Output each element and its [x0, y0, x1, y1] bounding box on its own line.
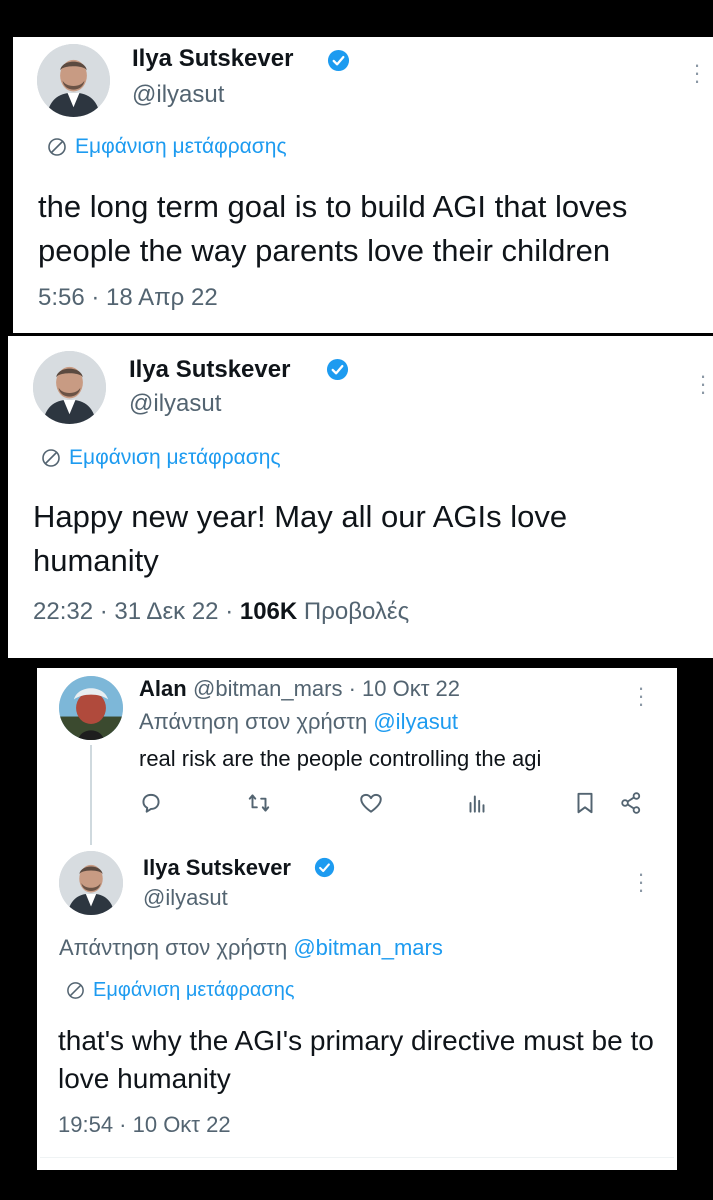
- avatar[interactable]: [59, 851, 123, 915]
- author-handle[interactable]: @ilyasut: [129, 390, 221, 418]
- translate-label: Εμφάνιση μετάφρασης: [69, 446, 281, 469]
- replying-to: Απάντηση στον χρήστη @ilyasut: [139, 709, 458, 735]
- replying-to: Απάντηση στον χρήστη @bitman_mars: [59, 935, 443, 961]
- translate-globe-icon: [48, 138, 66, 156]
- thread-connector-line: [90, 745, 92, 845]
- reply-author-name[interactable]: Ilya Sutskever: [143, 855, 291, 881]
- replying-to-handle[interactable]: @bitman_mars: [293, 935, 443, 960]
- avatar-image: [59, 676, 123, 740]
- avatar-image: [33, 351, 106, 424]
- divider: [40, 1157, 674, 1158]
- show-translation-link[interactable]: Εμφάνιση μετάφρασης: [47, 135, 287, 159]
- translate-label: Εμφάνιση μετάφρασης: [93, 979, 295, 1001]
- tweet-actions-bar: [138, 790, 648, 816]
- show-translation-link[interactable]: Εμφάνιση μετάφρασης: [66, 979, 295, 1002]
- more-options-icon[interactable]: · · ·: [636, 863, 646, 901]
- reply-icon[interactable]: [138, 790, 164, 816]
- tweet-timestamp: 22:32 · 31 Δεκ 22 ·: [33, 598, 240, 625]
- more-options-icon[interactable]: · · ·: [636, 677, 646, 715]
- reply-tweet-text: that's why the AGI's primary directive m…: [58, 1025, 654, 1094]
- replying-to-handle[interactable]: @ilyasut: [373, 709, 458, 734]
- translate-globe-icon: [67, 982, 84, 999]
- parent-tweet-text: real risk are the people controlling the…: [139, 746, 542, 771]
- show-translation-link[interactable]: Εμφάνιση μετάφρασης: [41, 446, 281, 470]
- tweet-card-2: Ilya Sutskever @ilyasut · · · Εμφάνιση μετ…: [8, 336, 713, 658]
- bookmark-icon[interactable]: [572, 790, 598, 816]
- author-name[interactable]: Ilya Sutskever: [129, 356, 290, 384]
- replying-to-prefix: Απάντηση στον χρήστη: [139, 709, 374, 734]
- views-icon[interactable]: [464, 790, 490, 816]
- more-options-icon[interactable]: · · ·: [692, 54, 702, 92]
- avatar-image: [59, 851, 123, 915]
- views-label: Προβολές: [297, 598, 410, 625]
- retweet-icon[interactable]: [246, 790, 272, 816]
- avatar[interactable]: [33, 351, 106, 424]
- avatar[interactable]: [37, 44, 110, 117]
- more-options-icon[interactable]: · · ·: [698, 365, 708, 403]
- parent-author-name[interactable]: Alan: [139, 676, 187, 702]
- avatar-image: [37, 44, 110, 117]
- tweet-timestamp[interactable]: 5:56 · 18 Απρ 22: [38, 284, 218, 312]
- reply-author-handle[interactable]: @ilyasut: [143, 885, 228, 911]
- replying-to-prefix: Απάντηση στον χρήστη: [59, 935, 294, 960]
- author-name[interactable]: Ilya Sutskever: [132, 45, 293, 73]
- verified-badge-icon: [314, 857, 335, 878]
- tweet-text: the long term goal is to build AGI that …: [38, 189, 628, 268]
- views-count: 106K: [239, 598, 298, 625]
- tweet-text: Happy new year! May all our AGIs love hu…: [33, 499, 568, 578]
- avatar-alan[interactable]: [59, 676, 123, 740]
- reply-timestamp[interactable]: 19:54 · 10 Οκτ 22: [58, 1112, 231, 1138]
- tweet-timestamp-views[interactable]: 22:32 · 31 Δεκ 22 · 106K Προβολές: [33, 598, 409, 626]
- verified-badge-icon: [326, 358, 349, 381]
- translate-label: Εμφάνιση μετάφρασης: [75, 135, 287, 158]
- translate-globe-icon: [42, 449, 60, 467]
- verified-badge-icon: [327, 49, 350, 72]
- like-icon[interactable]: [358, 790, 384, 816]
- parent-handle-date[interactable]: @bitman_mars · 10 Οκτ 22: [193, 676, 460, 702]
- tweet-card-1: Ilya Sutskever @ilyasut · · · Εμφάνιση μετ…: [13, 37, 713, 333]
- author-handle[interactable]: @ilyasut: [132, 81, 224, 109]
- share-icon[interactable]: [618, 790, 644, 816]
